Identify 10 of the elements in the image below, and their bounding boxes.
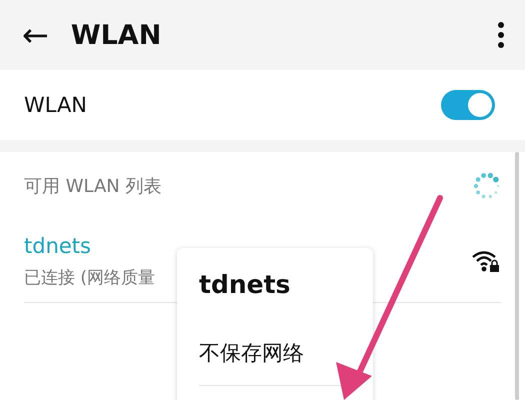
network-status: 已连接 (网络质量	[24, 266, 156, 288]
section-title: 可用 WLAN 列表	[24, 175, 162, 198]
back-button[interactable]: ←	[22, 19, 49, 51]
page-title: WLAN	[70, 20, 162, 50]
wlan-toggle[interactable]	[441, 90, 495, 120]
menu-title: tdnets	[199, 268, 292, 300]
wifi-lock-icon	[471, 249, 501, 273]
loading-spinner-icon	[473, 172, 501, 200]
wlan-label: WLAN	[24, 93, 88, 117]
more-icon[interactable]	[497, 22, 505, 48]
